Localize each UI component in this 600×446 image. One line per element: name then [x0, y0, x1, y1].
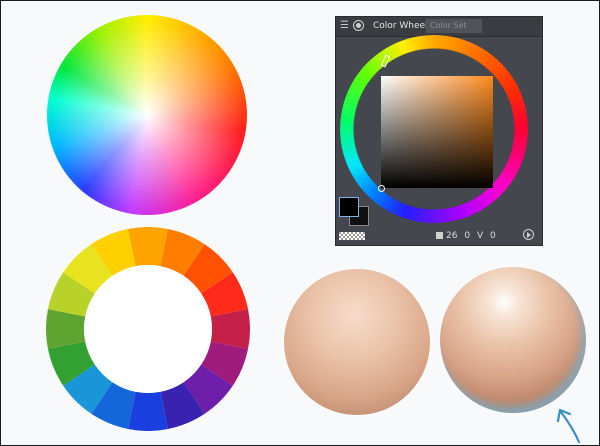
- tab-color-set[interactable]: Color Set: [426, 19, 482, 33]
- main-color-swatch[interactable]: [339, 197, 359, 217]
- annotation-arrow-icon: [556, 408, 581, 444]
- wheel-center: [84, 265, 212, 393]
- tab-color-wheel[interactable]: Color Wheel: [373, 20, 428, 32]
- hsv-readout: 26 0 V 0: [436, 230, 500, 242]
- color-wheel-panel: ☰ Color Wheel Color Set 26 0 V 0: [335, 16, 543, 246]
- segmented-color-wheel: [46, 227, 250, 431]
- hue-value[interactable]: 26: [436, 230, 457, 242]
- rim-lit-sphere: [440, 267, 586, 413]
- smooth-color-wheel: [47, 15, 247, 215]
- value-label: V: [476, 231, 484, 241]
- sv-cursor[interactable]: [378, 185, 385, 192]
- menu-icon[interactable]: ☰: [340, 20, 349, 32]
- canvas: ☰ Color Wheel Color Set 26 0 V 0: [0, 0, 600, 446]
- panel-header: ☰ Color Wheel Color Set: [336, 17, 542, 37]
- wheel-mode-icon[interactable]: [353, 20, 364, 31]
- toggle-mode-icon[interactable]: [523, 229, 534, 240]
- brightness-value[interactable]: 0: [490, 230, 496, 242]
- flat-shaded-sphere: [284, 269, 430, 415]
- transparent-swatch-icon[interactable]: [339, 232, 365, 240]
- saturation-value[interactable]: 0: [464, 230, 470, 242]
- hue-field-icon: [436, 232, 443, 239]
- saturation-value-square[interactable]: [381, 76, 493, 188]
